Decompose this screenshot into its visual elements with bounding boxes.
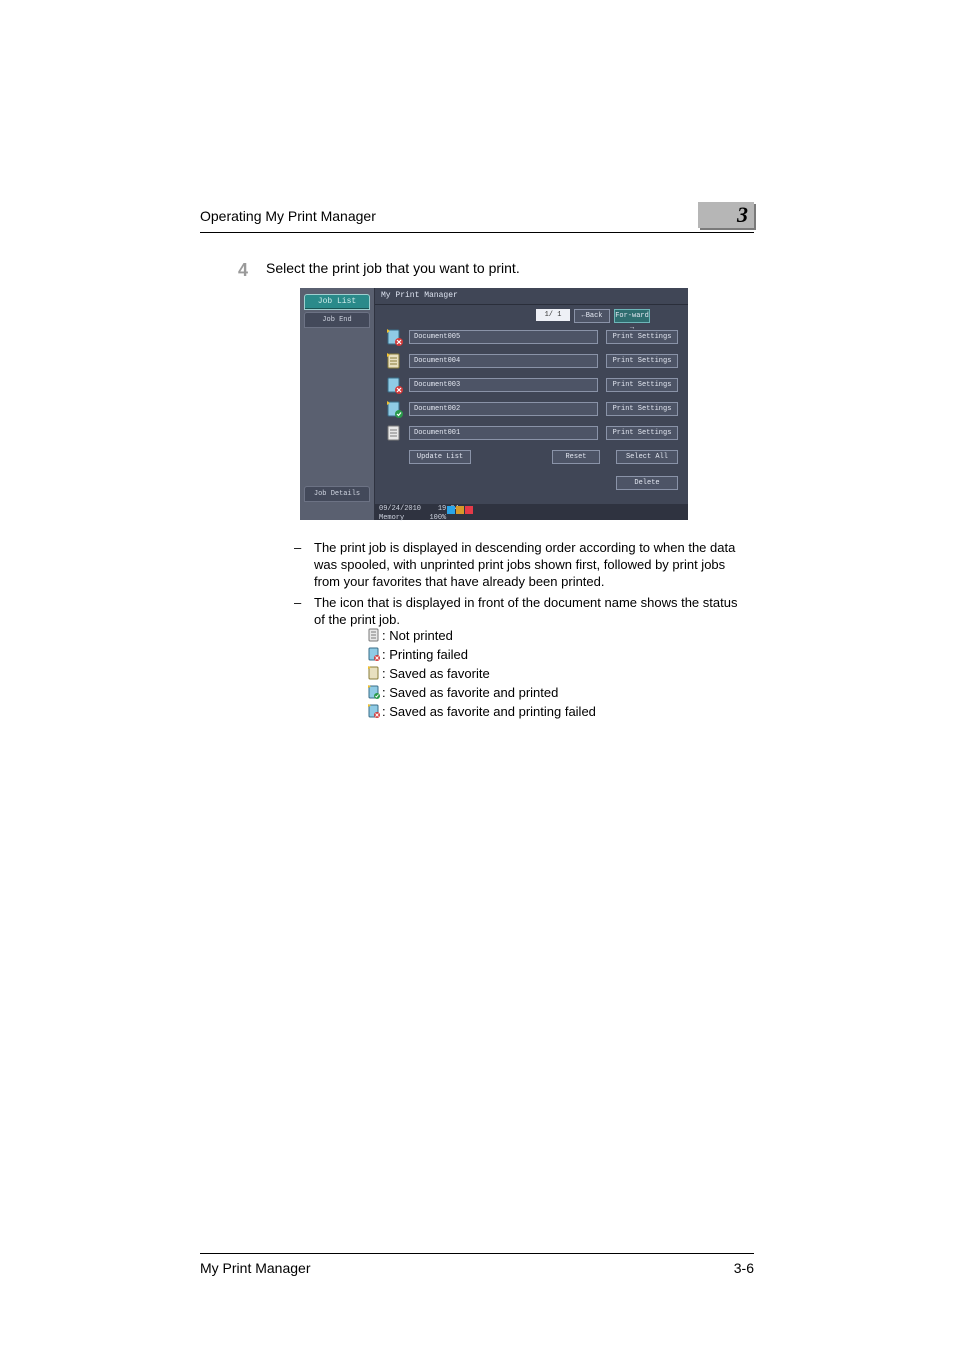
document-button[interactable]: Document003 [409, 378, 598, 392]
print-settings-button[interactable]: Print Settings [606, 330, 678, 344]
page-indicator: 1/ 1 [536, 309, 570, 321]
list-item: Document001 Print Settings [385, 424, 678, 442]
status-memory-value: 100% [429, 514, 446, 522]
list-item: Document002 Print Settings [385, 400, 678, 418]
screenshot-left-column: Job List Job End Job Details [300, 288, 374, 520]
select-all-button[interactable]: Select All [616, 450, 678, 464]
legend-row: : Not printed [368, 628, 744, 645]
status-icon-fav-fail [385, 328, 403, 346]
tab-job-end[interactable]: Job End [304, 312, 370, 328]
screenshot-title: My Print Manager [375, 288, 688, 305]
forward-button[interactable]: For-ward → [614, 309, 650, 323]
list-item: Document004 Print Settings [385, 352, 678, 370]
chapter-number: 3 [737, 202, 748, 227]
print-settings-button[interactable]: Print Settings [606, 378, 678, 392]
legend-icon-printing-failed [368, 647, 380, 661]
footer-product: My Print Manager [200, 1260, 310, 1276]
delete-button[interactable]: Delete [616, 476, 678, 490]
list-item: Document003 Print Settings [385, 376, 678, 394]
status-date: 09/24/2010 [379, 505, 421, 513]
status-icon-fav [385, 352, 403, 370]
print-settings-button[interactable]: Print Settings [606, 354, 678, 368]
footer-page: 3-6 [734, 1260, 754, 1276]
legend-text: : Saved as favorite and printed [382, 685, 558, 702]
tab-job-list[interactable]: Job List [304, 294, 370, 310]
document-button[interactable]: Document001 [409, 426, 598, 440]
document-button[interactable]: Document004 [409, 354, 598, 368]
document-list: Document005 Print Settings Document004 P… [385, 328, 678, 448]
legend-icon-saved-favorite-failed [368, 704, 380, 718]
legend-row: : Printing failed [368, 647, 744, 664]
update-list-button[interactable]: Update List [409, 450, 471, 464]
status-icon-blue [447, 506, 455, 514]
legend-row: : Saved as favorite and printing failed [368, 704, 744, 721]
note-bullet: The print job is displayed in descending… [280, 540, 744, 591]
status-memory-label: Memory [379, 514, 404, 522]
print-settings-button[interactable]: Print Settings [606, 426, 678, 440]
legend-text: : Printing failed [382, 647, 468, 664]
status-icon-fav-printed [385, 400, 403, 418]
legend-row: : Saved as favorite [368, 666, 744, 683]
legend-row: : Saved as favorite and printed [368, 685, 744, 702]
document-button[interactable]: Document002 [409, 402, 598, 416]
print-settings-button[interactable]: Print Settings [606, 402, 678, 416]
list-item: Document005 Print Settings [385, 328, 678, 346]
status-icon-fail [385, 376, 403, 394]
status-icon-not-printed [385, 424, 403, 442]
note-bullet: The icon that is displayed in front of t… [280, 595, 744, 721]
legend-text: : Not printed [382, 628, 453, 645]
step-number: 4 [238, 260, 248, 281]
legend-icon-not-printed [368, 628, 380, 642]
reset-button[interactable]: Reset [552, 450, 600, 464]
status-icon-yellow [456, 506, 464, 514]
legend-text: : Saved as favorite and printing failed [382, 704, 596, 721]
legend-icon-saved-favorite [368, 666, 380, 680]
header-rule [200, 232, 754, 233]
status-tray-icons [447, 506, 473, 514]
screenshot-panel: Job List Job End Job Details My Print Ma… [300, 288, 688, 520]
status-icon-red [465, 506, 473, 514]
document-button[interactable]: Document005 [409, 330, 598, 344]
running-title: Operating My Print Manager [200, 208, 376, 224]
tab-job-details[interactable]: Job Details [304, 486, 370, 502]
chapter-badge: 3 [698, 202, 754, 228]
back-button[interactable]: ←Back [574, 309, 610, 323]
status-bar: 09/24/2010 19:04 Memory 100% [375, 504, 688, 520]
arrow-left-icon: ← [581, 310, 585, 322]
legend-icon-saved-favorite-printed [368, 685, 380, 699]
legend-text: : Saved as favorite [382, 666, 490, 683]
footer-rule [200, 1253, 754, 1254]
step-text: Select the print job that you want to pr… [266, 260, 754, 276]
